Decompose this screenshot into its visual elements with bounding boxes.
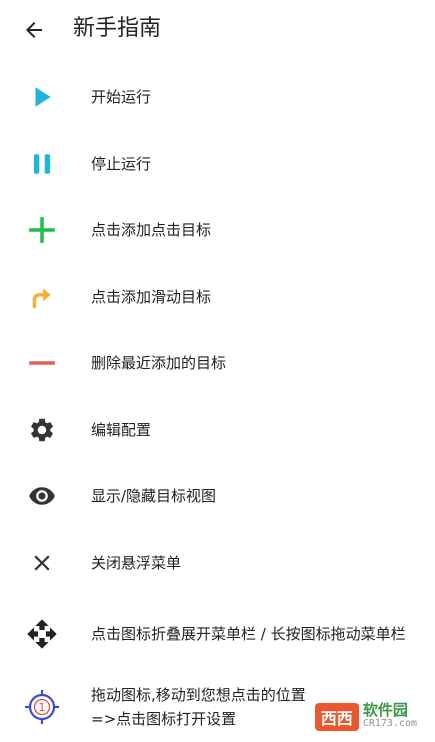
curved-arrow-icon [24, 279, 60, 315]
move-icon [24, 616, 60, 652]
list-item-label: 显示/隐藏目标视图 [91, 487, 217, 506]
watermark-logo: 西西 软件园 CR173.com [314, 701, 417, 731]
list-item-edit-config[interactable]: 编辑配置 [0, 397, 435, 464]
list-item-toggle-targets[interactable]: 显示/隐藏目标视图 [0, 463, 435, 530]
list-item-start[interactable]: 开始运行 [0, 64, 435, 131]
list-item-add-swipe[interactable]: 点击添加滑动目标 [0, 264, 435, 331]
list-item-delete-last[interactable]: 删除最近添加的目标 [0, 330, 435, 397]
pause-icon [24, 146, 60, 182]
list-item-label: 点击添加滑动目标 [91, 287, 212, 306]
gear-icon [24, 412, 60, 448]
page-title: 新手指南 [73, 16, 162, 41]
list-item-collapse-menu[interactable]: 点击图标折叠展开菜单栏 / 长按图标拖动菜单栏 [0, 596, 435, 672]
target-number: 1 [39, 701, 46, 714]
watermark-main: 软件园 [362, 701, 408, 719]
minus-icon [24, 345, 60, 381]
list-item-add-click[interactable]: 点击添加点击目标 [0, 197, 435, 264]
play-icon [24, 79, 60, 115]
watermark-sub: CR173.com [362, 718, 417, 729]
plus-icon [24, 212, 60, 248]
list-item-label: 停止运行 [91, 154, 152, 173]
watermark-box: 西西 [314, 703, 359, 731]
list-item-close-menu[interactable]: 关闭悬浮菜单 [0, 530, 435, 597]
arrow-left-icon [26, 22, 42, 38]
guide-list: 开始运行 停止运行 点击添加点击目标 点击添加滑动目标 删除最近添加的目标 编辑… [0, 64, 435, 742]
list-item-label: 点击添加点击目标 [91, 221, 212, 240]
list-item-label: 关闭悬浮菜单 [91, 553, 182, 572]
list-item-label: 点击图标折叠展开菜单栏 / 长按图标拖动菜单栏 [91, 625, 406, 643]
back-button[interactable] [18, 14, 50, 46]
list-item-stop[interactable]: 停止运行 [0, 131, 435, 198]
list-item-label: 删除最近添加的目标 [91, 354, 227, 373]
close-icon [24, 545, 60, 581]
list-item-label: 编辑配置 [91, 420, 152, 439]
app-bar: 新手指南 [0, 0, 435, 60]
list-item-label: 开始运行 [91, 88, 152, 107]
target-icon: 1 [24, 689, 60, 725]
eye-icon [24, 478, 60, 514]
